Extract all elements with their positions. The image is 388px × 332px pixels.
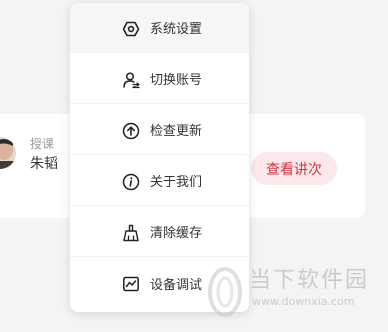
menu-item-about-us[interactable]: 关于我们	[70, 156, 249, 206]
watermark-logo-icon	[207, 266, 243, 318]
watermark-url: www.downxia.com	[252, 295, 355, 308]
teacher-name: 朱韬	[30, 156, 58, 172]
info-icon	[122, 173, 140, 191]
menu-item-label: 系统设置	[150, 22, 203, 37]
settings-hex-icon	[122, 20, 140, 38]
menu-item-check-update[interactable]: 检查更新	[70, 105, 249, 155]
menu-item-label: 设备调试	[150, 277, 203, 293]
menu-item-switch-account[interactable]: 切换账号	[70, 54, 249, 104]
menu-item-clear-cache[interactable]: 清除缓存	[70, 207, 249, 257]
menu-item-label: 关于我们	[150, 175, 203, 190]
menu-item-label: 清除缓存	[150, 226, 203, 241]
watermark-title: 当下软件园	[249, 268, 370, 293]
switch-account-icon	[122, 71, 140, 89]
menu-item-label: 切换账号	[150, 73, 203, 88]
menu-item-system-settings[interactable]: 系统设置	[70, 3, 249, 53]
upload-arrow-icon	[122, 122, 140, 140]
role-label: 授课	[30, 137, 55, 151]
broom-icon	[122, 224, 140, 242]
menu-item-label: 检查更新	[150, 124, 203, 139]
pulse-chart-icon	[122, 275, 140, 293]
view-lessons-button[interactable]: 查看讲次	[251, 152, 337, 185]
